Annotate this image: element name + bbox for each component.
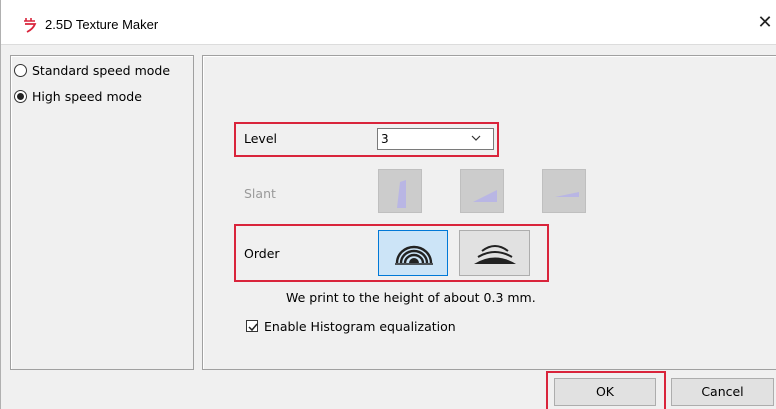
radio-high-speed[interactable]: High speed mode	[14, 87, 142, 105]
window-title: 2.5D Texture Maker	[45, 17, 159, 32]
stacked-dome-icon	[474, 245, 516, 264]
level-select-value: 3	[381, 132, 389, 146]
concentric-arches-icon	[395, 245, 433, 265]
order-inside-out-button[interactable]	[378, 230, 448, 276]
cancel-button[interactable]: Cancel	[671, 378, 774, 406]
radio-button-checked-icon	[14, 89, 27, 103]
mode-panel: Standard speed mode High speed mode	[10, 55, 194, 370]
dialog-window: 2.5D Texture Maker ✕ Standard speed mode…	[0, 0, 776, 409]
app-logo-icon	[24, 18, 37, 33]
ok-button[interactable]: OK	[554, 378, 656, 406]
histogram-checkbox-row[interactable]: Enable Histogram equalization	[246, 318, 456, 334]
level-select[interactable]: 3	[377, 128, 494, 150]
slant-steep-icon	[397, 180, 406, 208]
order-outside-in-button[interactable]	[459, 230, 530, 276]
close-button[interactable]: ✕	[753, 10, 776, 36]
radio-high-speed-label: High speed mode	[32, 88, 142, 104]
radio-standard-speed[interactable]: Standard speed mode	[14, 61, 170, 79]
height-info-text: We print to the height of about 0.3 mm.	[286, 290, 536, 305]
order-label: Order	[244, 246, 280, 261]
checkbox-checked-icon	[246, 320, 258, 332]
chevron-down-icon	[471, 135, 481, 141]
slant-medium-button[interactable]	[460, 169, 504, 213]
title-bar: 2.5D Texture Maker ✕	[1, 0, 776, 45]
slant-steep-button[interactable]	[378, 169, 422, 213]
radio-button-icon	[14, 63, 27, 77]
slant-label: Slant	[244, 186, 276, 201]
slant-medium-icon	[473, 190, 497, 202]
radio-standard-speed-label: Standard speed mode	[32, 62, 171, 78]
slant-shallow-button[interactable]	[542, 169, 586, 213]
slant-shallow-icon	[555, 192, 579, 197]
histogram-checkbox-label: Enable Histogram equalization	[264, 318, 456, 334]
level-label: Level	[244, 131, 277, 146]
